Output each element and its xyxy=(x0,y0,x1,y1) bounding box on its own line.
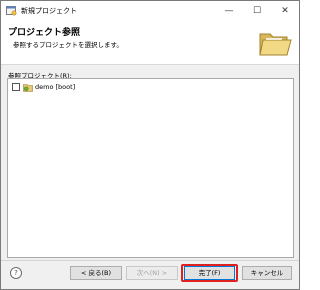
dialog-window: 新規プロジェクト — ☐ ✕ プロジェクト参照 参照するプロジェクトを選択します… xyxy=(0,0,300,290)
close-icon: ✕ xyxy=(281,6,289,16)
help-button[interactable]: ? xyxy=(10,267,22,279)
maximize-button[interactable]: ☐ xyxy=(243,1,271,21)
project-icon xyxy=(23,83,33,92)
project-name: demo [boot] xyxy=(35,83,76,91)
finish-highlight-box xyxy=(181,264,238,282)
close-button[interactable]: ✕ xyxy=(271,1,299,21)
footer-separator xyxy=(1,260,299,261)
next-button[interactable]: 次へ(N) > xyxy=(126,266,178,280)
minimize-button[interactable]: — xyxy=(215,1,243,21)
window-title: 新規プロジェクト xyxy=(21,7,77,15)
folder-icon xyxy=(259,33,292,56)
page-description: 参照するプロジェクトを選択します。 xyxy=(13,41,123,49)
help-icon: ? xyxy=(14,269,18,277)
page-title: プロジェクト参照 xyxy=(8,28,81,38)
minimize-icon: — xyxy=(224,6,234,16)
eclipse-app-icon xyxy=(6,6,17,16)
list-item[interactable]: demo [boot] xyxy=(12,82,75,92)
project-checkbox[interactable] xyxy=(12,83,20,91)
maximize-icon: ☐ xyxy=(252,6,262,16)
back-button[interactable]: < 戻る(B) xyxy=(70,266,122,280)
project-list[interactable]: demo [boot] xyxy=(7,78,294,258)
cancel-button[interactable]: キャンセル xyxy=(242,266,292,280)
title-bar: 新規プロジェクト — ☐ ✕ xyxy=(1,1,299,21)
wizard-banner: プロジェクト参照 参照するプロジェクトを選択します。 xyxy=(1,21,299,65)
